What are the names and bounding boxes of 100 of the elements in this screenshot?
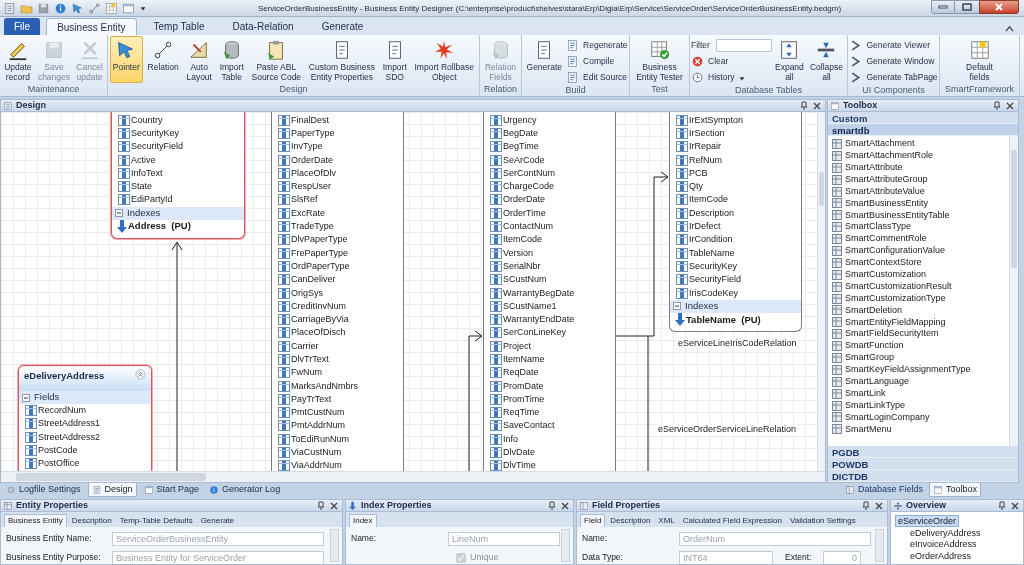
ribbon-button[interactable]: Import Table (216, 36, 247, 83)
close-icon[interactable] (560, 500, 570, 511)
ribbon-button[interactable]: Relation (144, 36, 182, 83)
toolbox-tab[interactable]: Toolbox (929, 483, 982, 497)
property-tab[interactable]: Description (68, 514, 115, 527)
minus-box-icon[interactable] (22, 393, 30, 402)
category-header[interactable]: PGDB (828, 446, 1018, 458)
document-tab[interactable]: Start Page (140, 483, 203, 497)
relation-arrow[interactable] (614, 171, 669, 337)
property-tab[interactable]: XML (655, 514, 678, 527)
ribbon-button[interactable]: Clear (691, 54, 729, 69)
scrollbar[interactable] (1009, 136, 1018, 446)
close-icon[interactable] (1005, 100, 1015, 111)
info-icon[interactable] (54, 1, 67, 15)
close-icon[interactable] (329, 500, 339, 511)
toolbox-item[interactable]: SmartClassType (828, 221, 1009, 234)
toolbox-item[interactable]: SmartBusinessEntityTable (828, 209, 1009, 222)
close-icon[interactable] (812, 100, 822, 111)
ribbon-tab[interactable]: File (4, 18, 41, 35)
toolbox-item[interactable]: SmartKeyFieldAssignmentType (828, 363, 1009, 376)
toolbox-item[interactable]: SmartCommentRole (828, 233, 1009, 245)
toolbox-item[interactable]: SmartLoginCompany (828, 411, 1009, 424)
ribbon-button[interactable]: Import Rollbase Object (411, 36, 478, 83)
document-tab[interactable]: Design (87, 483, 137, 497)
scrollbar[interactable] (330, 529, 339, 562)
pin-icon[interactable] (799, 100, 809, 111)
toolbox-item[interactable]: SmartContextStore (828, 256, 1009, 269)
toolbox-item[interactable]: SmartAttributeGroup (828, 173, 1009, 186)
property-tab[interactable]: Temp-Table Defaults (116, 514, 196, 527)
ribbon-button[interactable]: Generate Viewer (849, 38, 931, 53)
ribbon-tab[interactable]: Temp Table (142, 18, 216, 35)
scrollbar[interactable] (1, 471, 825, 482)
connector-icon[interactable] (88, 1, 101, 15)
ribbon-button[interactable]: Paste ABL Source Code (248, 36, 305, 83)
relation-arrow[interactable] (171, 241, 183, 471)
ribbon-button[interactable]: Import SDO (379, 36, 410, 83)
property-tab[interactable]: Index (349, 514, 377, 527)
collapse-icon[interactable] (135, 369, 146, 380)
entity-table[interactable]: eDeliveryAddress Fields RecordNum StreetAddress1 StreetAddress2 PostCode PostOffice (18, 365, 152, 471)
property-tab[interactable]: Field (580, 514, 606, 527)
toolbox-item[interactable]: SmartGroup (828, 352, 1009, 364)
relation-arrow[interactable] (468, 330, 483, 471)
minus-box-icon[interactable] (673, 302, 681, 311)
toolbox-item[interactable]: SmartCustomizationType (828, 292, 1009, 305)
toolbox-item[interactable]: SmartConfigurationValue (828, 245, 1009, 257)
pin-icon[interactable] (316, 500, 326, 511)
toolbox-item[interactable]: SmartFieldSecurityItem (828, 328, 1009, 341)
category-header[interactable]: Custom (828, 112, 1018, 124)
ribbon-tab[interactable]: Business Entity (46, 18, 137, 35)
property-tab[interactable]: Description (607, 514, 654, 527)
property-tab[interactable]: Validation Settings (787, 514, 859, 527)
category-header[interactable]: DICTDB (828, 470, 1018, 482)
property-tab[interactable]: Calculated Field Expression (679, 514, 785, 527)
toolbox-item[interactable]: SmartDeletion (828, 304, 1009, 317)
ribbon-button[interactable]: Custom Business Entity Properties (305, 36, 378, 83)
pin-icon[interactable] (547, 500, 557, 511)
toolbox-item[interactable]: SmartCustomization (828, 268, 1009, 281)
floppy-icon[interactable] (37, 1, 50, 15)
toolbox-item[interactable]: SmartLink (828, 387, 1009, 400)
category-header[interactable]: smartdb (828, 124, 1018, 136)
maximize-button[interactable] (955, 0, 979, 14)
property-tab[interactable]: Generate (197, 514, 237, 527)
entity-table[interactable]: IrExtSympton IrSection IrRepair RefNum PCB Qty ItemCode Description IrDefect IrCondition TableName SecurityKey SecurityField IrisCodeKey Indexes TableName (PU) (669, 112, 802, 332)
ribbon-tab[interactable]: Generate (310, 18, 375, 35)
tree-item[interactable]: eServiceOrder (895, 515, 960, 527)
toolbox-item[interactable]: SmartAttributeValue (828, 185, 1009, 198)
document-tab[interactable]: Logfile Settings (3, 483, 84, 497)
close-icon[interactable] (874, 500, 884, 511)
ribbon-button[interactable]: Default fields (963, 36, 996, 83)
category-header[interactable]: POWDB (828, 458, 1018, 470)
ribbon-button[interactable]: Business Entity Tester (633, 36, 686, 83)
tree-item[interactable]: eInvoiceAddress (907, 538, 980, 550)
toolbox-item[interactable]: SmartAttribute (828, 161, 1009, 174)
toolbox-item[interactable]: SmartMenu (828, 423, 1009, 436)
minimize-button[interactable] (931, 0, 955, 14)
ribbon-tab[interactable]: Data-Relation (221, 18, 305, 35)
tree-item[interactable]: eOrderAddress (907, 549, 975, 561)
toolbox-tab[interactable]: Database Fields (842, 483, 927, 497)
ribbon-button[interactable]: Compile (566, 54, 615, 69)
pointer-icon[interactable] (71, 1, 84, 15)
ribbon-button[interactable]: Regenerate (566, 38, 628, 53)
grid-icon[interactable] (105, 1, 118, 15)
ribbon-button[interactable]: Edit Source (566, 70, 627, 85)
toolbox-item[interactable]: SmartLinkType (828, 399, 1009, 412)
close-icon[interactable] (1010, 500, 1020, 511)
scrollbar[interactable] (817, 112, 825, 471)
toolbox-item[interactable]: SmartAttachmentRole (828, 149, 1009, 162)
entity-table[interactable] (483, 112, 616, 471)
ribbon-button[interactable]: Generate Window (849, 54, 935, 69)
ribbon-button[interactable]: Generate (523, 36, 565, 83)
scrollbar[interactable] (875, 529, 884, 562)
property-tab[interactable]: Business Entity (4, 514, 67, 527)
entity-table[interactable]: Country SecurityKey SecurityField Active InfoText State EdiPartyId Indexes Address (PU) (111, 112, 245, 239)
close-button[interactable] (979, 0, 1019, 14)
toolbox-item[interactable]: SmartFunction (828, 340, 1009, 353)
ribbon-button[interactable]: Auto Layout (183, 36, 215, 83)
ribbon-button[interactable]: History (691, 70, 747, 85)
collapse-ribbon-icon[interactable] (1005, 25, 1014, 32)
toolbox-item[interactable]: SmartBusinessEntity (828, 197, 1009, 210)
scrollbar[interactable] (561, 529, 570, 562)
